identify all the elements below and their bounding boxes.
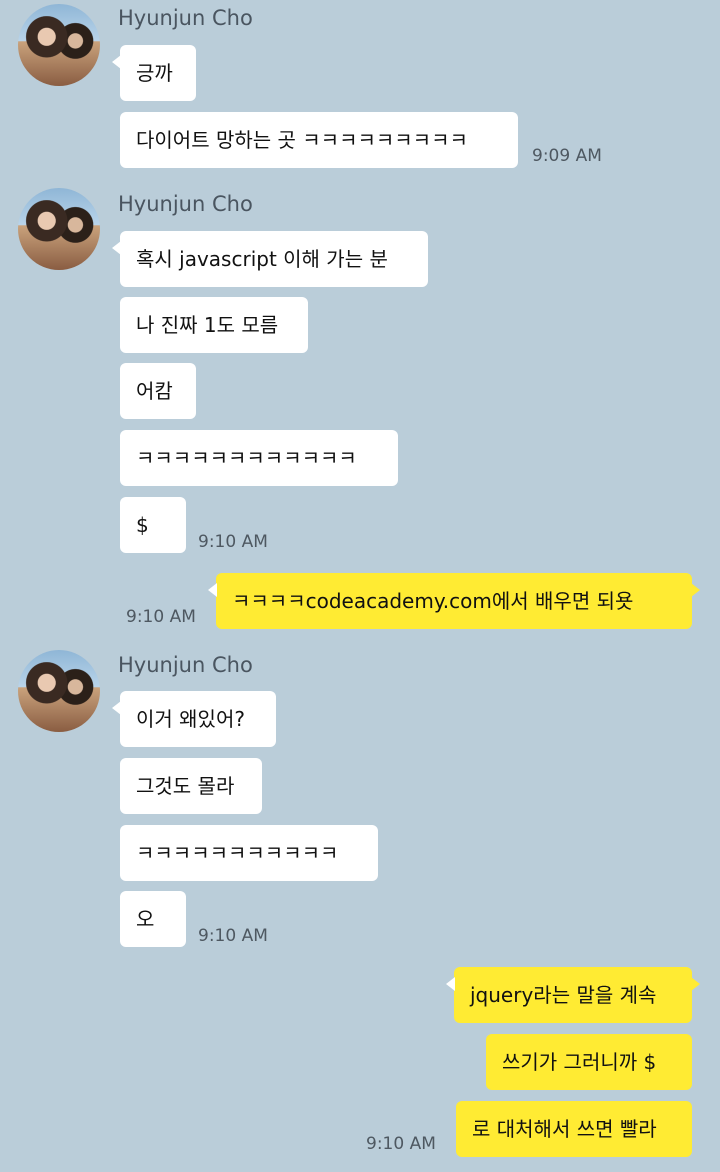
- my-message-bubble[interactable]: 쓰기가 그러니까 $: [486, 1034, 692, 1090]
- my-message-bubble[interactable]: 로 대처해서 쓰면 빨라: [456, 1101, 692, 1157]
- message-time: 9:10 AM: [366, 1134, 436, 1154]
- message-bubble[interactable]: ㅋㅋㅋㅋㅋㅋㅋㅋㅋㅋㅋ: [120, 825, 378, 881]
- sender-name: Hyunjun Cho: [118, 6, 253, 30]
- message-bubble[interactable]: $: [120, 497, 186, 553]
- message-bubble[interactable]: 나 진짜 1도 모름: [120, 297, 308, 353]
- my-message-bubble[interactable]: jquery라는 말을 계속: [446, 967, 700, 1023]
- message-bubble[interactable]: 다이어트 망하는 곳 ㅋㅋㅋㅋㅋㅋㅋㅋㅋ: [120, 112, 518, 168]
- message-bubble[interactable]: 그것도 몰라: [120, 758, 262, 814]
- avatar[interactable]: [18, 4, 100, 86]
- message-time: 9:10 AM: [198, 532, 268, 552]
- avatar[interactable]: [18, 188, 100, 270]
- my-message-bubble[interactable]: ㅋㅋㅋㅋcodeacademy.com에서 배우면 되욧: [208, 573, 700, 629]
- message-bubble[interactable]: 오: [120, 891, 186, 947]
- message-time: 9:10 AM: [126, 607, 196, 627]
- sender-name: Hyunjun Cho: [118, 653, 253, 677]
- message-bubble[interactable]: ㅋㅋㅋㅋㅋㅋㅋㅋㅋㅋㅋㅋ: [120, 430, 398, 486]
- message-bubble[interactable]: 긍까: [112, 45, 196, 101]
- avatar[interactable]: [18, 650, 100, 732]
- message-bubble[interactable]: 혹시 javascript 이해 가는 분: [112, 231, 428, 287]
- sender-name: Hyunjun Cho: [118, 192, 253, 216]
- message-time: 9:09 AM: [532, 146, 602, 166]
- message-time: 9:10 AM: [198, 926, 268, 946]
- message-bubble[interactable]: 이거 왜있어?: [112, 691, 276, 747]
- message-bubble[interactable]: 어캄: [120, 363, 196, 419]
